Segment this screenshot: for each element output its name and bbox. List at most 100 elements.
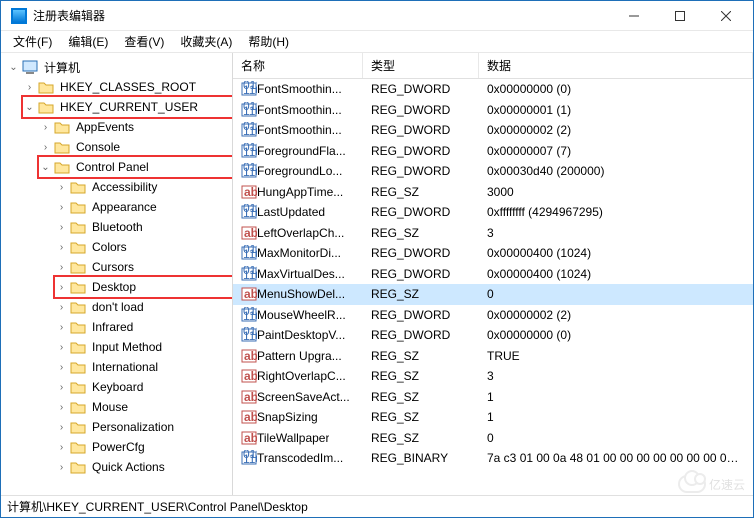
minimize-button[interactable]: [611, 2, 657, 30]
registry-value-row[interactable]: 011110MaxMonitorDi...REG_DWORD0x00000400…: [233, 243, 753, 264]
tree-item[interactable]: ›Input Method: [55, 337, 232, 357]
registry-value-row[interactable]: abPattern Upgra...REG_SZTRUE: [233, 346, 753, 367]
expand-icon[interactable]: ›: [55, 261, 68, 274]
value-data: 0x00000002 (2): [479, 308, 753, 322]
registry-value-row[interactable]: abLeftOverlapCh...REG_SZ3: [233, 223, 753, 244]
registry-value-row[interactable]: abHungAppTime...REG_SZ3000: [233, 182, 753, 203]
value-type: REG_SZ: [363, 369, 479, 383]
value-data: TRUE: [479, 349, 753, 363]
dword-value-icon: 011110: [241, 143, 257, 159]
expand-icon[interactable]: ›: [55, 441, 68, 454]
folder-icon: [70, 400, 86, 415]
registry-value-row[interactable]: 011110ForegroundLo...REG_DWORD0x00030d40…: [233, 161, 753, 182]
tree-item[interactable]: ›Quick Actions: [55, 457, 232, 477]
expand-icon[interactable]: ⌄: [7, 61, 20, 74]
menu-edit[interactable]: 编辑(E): [62, 31, 114, 52]
folder-icon: [70, 220, 86, 235]
svg-text:ab: ab: [244, 349, 257, 363]
expand-icon[interactable]: ›: [39, 141, 52, 154]
menu-file[interactable]: 文件(F): [7, 31, 58, 52]
tree-item[interactable]: ›Desktop: [55, 277, 232, 297]
expand-icon[interactable]: ›: [55, 401, 68, 414]
svg-text:ab: ab: [244, 369, 257, 383]
tree-item[interactable]: ›Appearance: [55, 197, 232, 217]
tree-pane[interactable]: ⌄ 计算机 ›HKEY_CLASSES_ROOT ⌄HKEY_CURRENT_U…: [1, 53, 233, 495]
tree-hkcu[interactable]: ⌄HKEY_CURRENT_USER: [23, 97, 232, 117]
expand-icon[interactable]: ›: [39, 121, 52, 134]
value-data: 0x00000400 (1024): [479, 267, 753, 281]
close-button[interactable]: [703, 2, 749, 30]
expand-icon[interactable]: ›: [55, 241, 68, 254]
tree-item[interactable]: ›International: [55, 357, 232, 377]
expand-icon[interactable]: ›: [55, 281, 68, 294]
tree-item[interactable]: ›don't load: [55, 297, 232, 317]
expand-icon[interactable]: ›: [55, 321, 68, 334]
expand-icon[interactable]: ›: [55, 341, 68, 354]
registry-value-row[interactable]: 011110FontSmoothin...REG_DWORD0x00000000…: [233, 79, 753, 100]
registry-value-row[interactable]: 011110MaxVirtualDes...REG_DWORD0x0000040…: [233, 264, 753, 285]
registry-value-row[interactable]: 011110FontSmoothin...REG_DWORD0x00000001…: [233, 100, 753, 121]
expand-icon[interactable]: ›: [55, 301, 68, 314]
dword-value-icon: 011110: [241, 163, 257, 179]
tree-item[interactable]: ›Personalization: [55, 417, 232, 437]
tree-item[interactable]: ›PowerCfg: [55, 437, 232, 457]
maximize-button[interactable]: [657, 2, 703, 30]
tree-hkcr[interactable]: ›HKEY_CLASSES_ROOT: [23, 77, 232, 97]
tree-item[interactable]: ›Infrared: [55, 317, 232, 337]
expand-icon[interactable]: ›: [55, 201, 68, 214]
tree-item[interactable]: ›Cursors: [55, 257, 232, 277]
string-value-icon: ab: [241, 409, 257, 425]
tree-item[interactable]: ›Keyboard: [55, 377, 232, 397]
expand-icon[interactable]: ›: [55, 381, 68, 394]
registry-value-row[interactable]: abScreenSaveAct...REG_SZ1: [233, 387, 753, 408]
title-bar: 注册表编辑器: [1, 1, 753, 31]
menu-help[interactable]: 帮助(H): [242, 31, 295, 52]
tree-item[interactable]: ›Accessibility: [55, 177, 232, 197]
menu-view[interactable]: 查看(V): [118, 31, 170, 52]
expand-icon[interactable]: ›: [55, 221, 68, 234]
list-pane[interactable]: 名称 类型 数据 011110FontSmoothin...REG_DWORD0…: [233, 53, 753, 495]
expand-icon[interactable]: ⌄: [39, 161, 52, 174]
expand-icon[interactable]: ›: [23, 81, 36, 94]
svg-text:ab: ab: [244, 287, 257, 301]
registry-value-row[interactable]: 011110MouseWheelR...REG_DWORD0x00000002 …: [233, 305, 753, 326]
tree-item[interactable]: ›Mouse: [55, 397, 232, 417]
registry-value-row[interactable]: 011110PaintDesktopV...REG_DWORD0x0000000…: [233, 325, 753, 346]
value-name: MaxVirtualDes...: [257, 267, 345, 281]
registry-value-row[interactable]: abSnapSizingREG_SZ1: [233, 407, 753, 428]
tree-control-panel[interactable]: ⌄Control Panel: [39, 157, 232, 177]
value-name: TileWallpaper: [257, 431, 329, 445]
value-data: 0x00000001 (1): [479, 103, 753, 117]
tree-root[interactable]: ⌄ 计算机: [7, 57, 232, 77]
value-data: 0xffffffff (4294967295): [479, 205, 753, 219]
value-name: FontSmoothin...: [257, 103, 342, 117]
registry-value-row[interactable]: abTileWallpaperREG_SZ0: [233, 428, 753, 449]
value-type: REG_DWORD: [363, 82, 479, 96]
registry-value-row[interactable]: abMenuShowDel...REG_SZ0: [233, 284, 753, 305]
tree-appevents[interactable]: ›AppEvents: [39, 117, 232, 137]
column-name[interactable]: 名称: [233, 53, 363, 78]
tree-console[interactable]: ›Console: [39, 137, 232, 157]
dword-value-icon: 011110: [241, 327, 257, 343]
registry-value-row[interactable]: 011110FontSmoothin...REG_DWORD0x00000002…: [233, 120, 753, 141]
column-type[interactable]: 类型: [363, 53, 479, 78]
svg-text:ab: ab: [244, 410, 257, 424]
expand-icon[interactable]: ›: [55, 181, 68, 194]
registry-value-row[interactable]: abRightOverlapC...REG_SZ3: [233, 366, 753, 387]
expand-icon[interactable]: ⌄: [23, 101, 36, 114]
tree-item[interactable]: ›Bluetooth: [55, 217, 232, 237]
value-data: 0x00000007 (7): [479, 144, 753, 158]
registry-value-row[interactable]: 011110LastUpdatedREG_DWORD0xffffffff (42…: [233, 202, 753, 223]
folder-icon: [38, 100, 54, 115]
expand-icon[interactable]: ›: [55, 361, 68, 374]
value-type: REG_DWORD: [363, 123, 479, 137]
menu-favorites[interactable]: 收藏夹(A): [174, 31, 238, 52]
dword-value-icon: 011110: [241, 122, 257, 138]
expand-icon[interactable]: ›: [55, 421, 68, 434]
registry-value-row[interactable]: 011110ForegroundFla...REG_DWORD0x0000000…: [233, 141, 753, 162]
tree-item[interactable]: ›Colors: [55, 237, 232, 257]
status-path: 计算机\HKEY_CURRENT_USER\Control Panel\Desk…: [7, 498, 308, 515]
registry-value-row[interactable]: 011110TranscodedIm...REG_BINARY7a c3 01 …: [233, 448, 753, 469]
expand-icon[interactable]: ›: [55, 461, 68, 474]
column-data[interactable]: 数据: [479, 53, 753, 78]
